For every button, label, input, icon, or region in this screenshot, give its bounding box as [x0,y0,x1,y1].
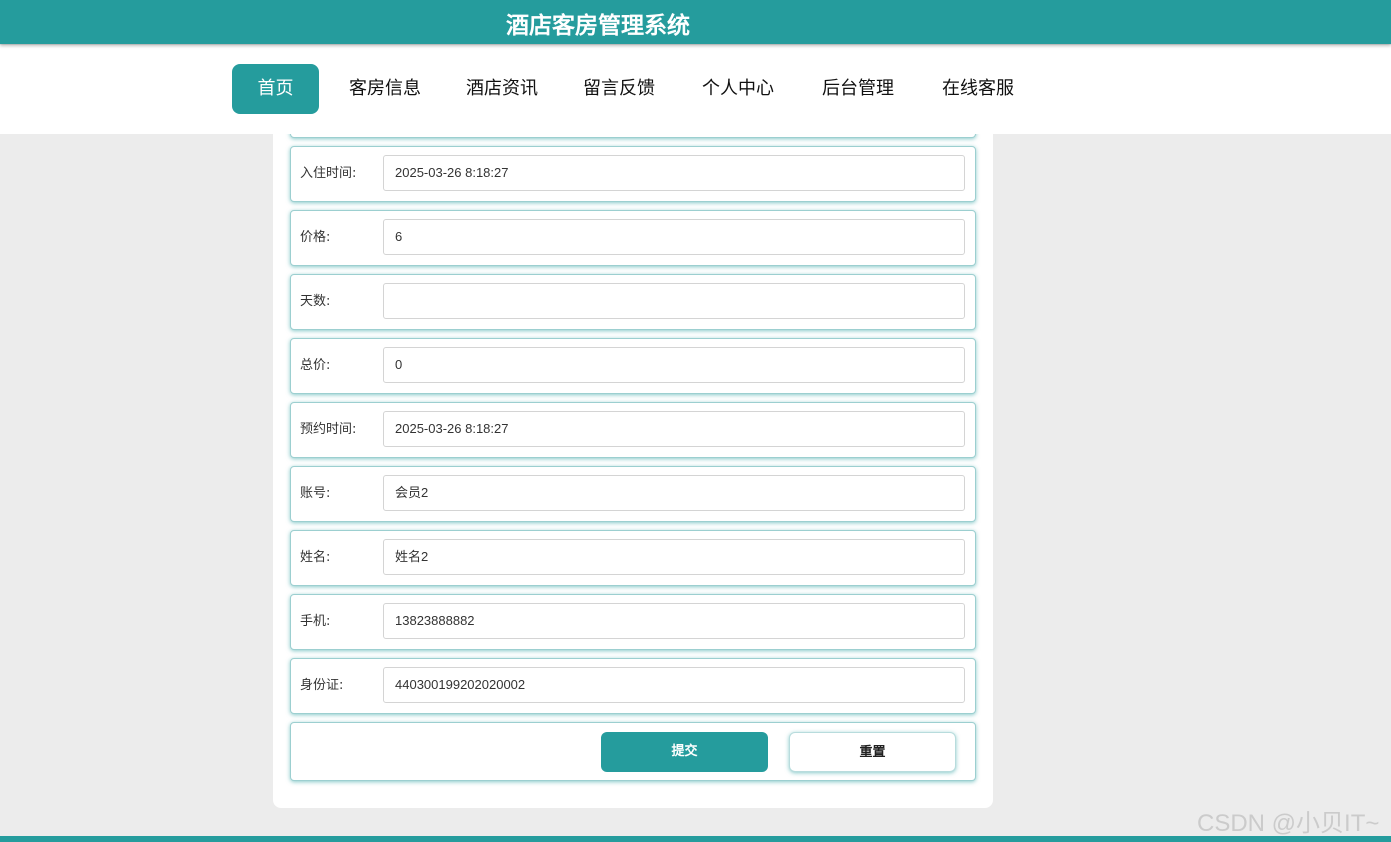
reset-button[interactable]: 重置 [789,732,956,772]
booking-time-input[interactable]: 2025-03-26 8:18:27 [383,411,965,447]
nav-item-hotel-news[interactable]: 酒店资讯 [457,64,547,114]
nav-item-admin[interactable]: 后台管理 [813,64,903,114]
watermark: CSDN @小贝IT~ [1197,810,1380,837]
field-label: 姓名: [300,550,331,565]
total-price-input[interactable]: 0 [383,347,965,383]
main-nav: 首页 客房信息 酒店资讯 留言反馈 个人中心 后台管理 在线客服 [0,45,1391,134]
price-input[interactable]: 6 [383,219,965,255]
top-header-bar: 酒店客房管理系统 [0,0,1391,44]
phone-input[interactable]: 13823888882 [383,603,965,639]
field-label: 价格: [300,230,331,245]
submit-button[interactable]: 提交 [601,732,768,772]
form-row-days: 天数: [290,274,976,330]
nav-item-home[interactable]: 首页 [232,64,319,114]
field-label: 预约时间: [300,422,357,437]
nav-item-feedback[interactable]: 留言反馈 [574,64,664,114]
form-row-id-card: 身份证: 440300199202020002 [290,658,976,714]
footer-bar [0,836,1391,842]
form-row-account: 账号: 会员2 [290,466,976,522]
field-label: 手机: [300,614,331,629]
form-row-total-price: 总价: 0 [290,338,976,394]
form-row-actions: 提交 重置 [290,722,976,781]
field-label: 身份证: [300,678,344,693]
field-label: 账号: [300,486,331,501]
site-title: 酒店客房管理系统 [506,13,690,39]
form-row-phone: 手机: 13823888882 [290,594,976,650]
nav-item-online-service[interactable]: 在线客服 [933,64,1023,114]
form-row-checkin-time: 入住时间: 2025-03-26 8:18:27 [290,146,976,202]
nav-item-personal-center[interactable]: 个人中心 [693,64,783,114]
field-label: 天数: [300,294,331,309]
account-input[interactable]: 会员2 [383,475,965,511]
form-row-price: 价格: 6 [290,210,976,266]
nav-item-room-info[interactable]: 客房信息 [340,64,430,114]
id-card-input[interactable]: 440300199202020002 [383,667,965,703]
field-label: 总价: [300,358,331,373]
form-row-name: 姓名: 姓名2 [290,530,976,586]
field-label: 入住时间: [300,166,357,181]
days-input[interactable] [383,283,965,319]
checkin-time-input[interactable]: 2025-03-26 8:18:27 [383,155,965,191]
form-row-booking-time: 预约时间: 2025-03-26 8:18:27 [290,402,976,458]
name-input[interactable]: 姓名2 [383,539,965,575]
